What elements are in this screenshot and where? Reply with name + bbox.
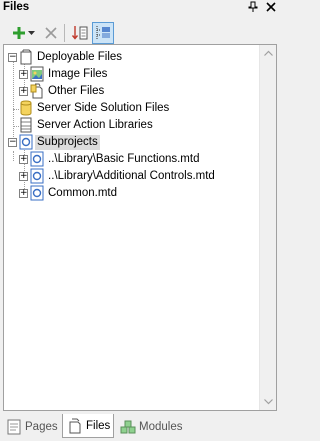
pin-icon[interactable] bbox=[246, 1, 260, 15]
subproject-file-icon bbox=[30, 185, 44, 201]
tree-item-label: ..\Library\Additional Controls.mtd bbox=[48, 170, 215, 182]
scroll-down-icon[interactable] bbox=[264, 397, 273, 406]
sort-button[interactable] bbox=[69, 22, 91, 44]
tree-item-other-files[interactable]: + Other Files bbox=[4, 83, 259, 100]
close-icon[interactable] bbox=[264, 1, 278, 15]
plus-icon bbox=[13, 27, 25, 39]
panel-tabs: Pages Files Modules bbox=[0, 413, 282, 441]
collapse-expander[interactable]: − bbox=[8, 53, 17, 62]
chevron-down-icon bbox=[27, 30, 35, 35]
tab-modules[interactable]: Modules bbox=[116, 416, 186, 438]
files-tree[interactable]: − Deployable Files + Image Files + Other… bbox=[3, 44, 277, 411]
tree-view-icon bbox=[96, 26, 110, 39]
delete-icon bbox=[45, 27, 57, 39]
tree-item-label: Other Files bbox=[48, 85, 105, 97]
panel-title: Files bbox=[3, 1, 30, 13]
tree-item-subprojects[interactable]: − Subprojects bbox=[4, 134, 259, 151]
tree-item-image-files[interactable]: + Image Files bbox=[4, 66, 259, 83]
tree-item-label: Server Side Solution Files bbox=[37, 102, 170, 114]
image-files-icon bbox=[30, 66, 44, 82]
scroll-up-icon[interactable] bbox=[264, 49, 273, 58]
tree-item-label: Image Files bbox=[48, 68, 108, 80]
tab-label: Files bbox=[86, 419, 111, 432]
sort-icon bbox=[71, 26, 88, 40]
expand-expander[interactable]: + bbox=[19, 172, 28, 181]
subproject-file-icon bbox=[30, 151, 44, 167]
toolbar-separator bbox=[64, 24, 65, 42]
tree-item-label: Subprojects bbox=[35, 135, 100, 150]
tree-item-server-action-libraries[interactable]: Server Action Libraries bbox=[4, 117, 259, 134]
toolbar bbox=[2, 20, 280, 45]
expand-expander[interactable]: + bbox=[19, 87, 28, 96]
panel-title-bar: Files bbox=[0, 0, 282, 16]
modules-icon bbox=[120, 420, 136, 434]
tree-item-deployable-files[interactable]: − Deployable Files bbox=[4, 49, 259, 66]
collapse-expander[interactable]: − bbox=[8, 138, 17, 147]
library-icon bbox=[20, 117, 32, 133]
tree-item-subproject[interactable]: + ..\Library\Additional Controls.mtd bbox=[4, 168, 259, 185]
tab-label: Modules bbox=[139, 421, 183, 433]
vertical-scrollbar[interactable] bbox=[259, 45, 276, 410]
tree-item-label: ..\Library\Basic Functions.mtd bbox=[48, 153, 200, 165]
tree-item-label: Deployable Files bbox=[37, 51, 123, 63]
tree-item-subproject[interactable]: + ..\Library\Basic Functions.mtd bbox=[4, 151, 259, 168]
other-files-icon bbox=[30, 83, 43, 99]
expand-expander[interactable]: + bbox=[19, 70, 28, 79]
file-group-icon bbox=[20, 49, 32, 65]
tab-label: Pages bbox=[25, 421, 58, 433]
tree-item-subproject[interactable]: + Common.mtd bbox=[4, 185, 259, 202]
subproject-file-icon bbox=[30, 168, 44, 184]
tree-item-label: Server Action Libraries bbox=[37, 119, 153, 131]
add-dropdown-button[interactable] bbox=[26, 22, 36, 44]
expand-expander[interactable]: + bbox=[19, 189, 28, 198]
files-icon bbox=[69, 418, 81, 433]
delete-button[interactable] bbox=[40, 22, 62, 44]
pages-icon bbox=[7, 419, 21, 435]
tree-view-toggle-button[interactable] bbox=[92, 22, 114, 44]
tab-pages[interactable]: Pages bbox=[2, 416, 58, 438]
tree-item-label: Common.mtd bbox=[48, 187, 118, 199]
server-side-files-icon bbox=[20, 100, 32, 116]
tab-files[interactable]: Files bbox=[62, 414, 114, 438]
expand-expander[interactable]: + bbox=[19, 155, 28, 164]
subprojects-icon bbox=[19, 134, 33, 150]
tree-item-server-side-solution-files[interactable]: Server Side Solution Files bbox=[4, 100, 259, 117]
